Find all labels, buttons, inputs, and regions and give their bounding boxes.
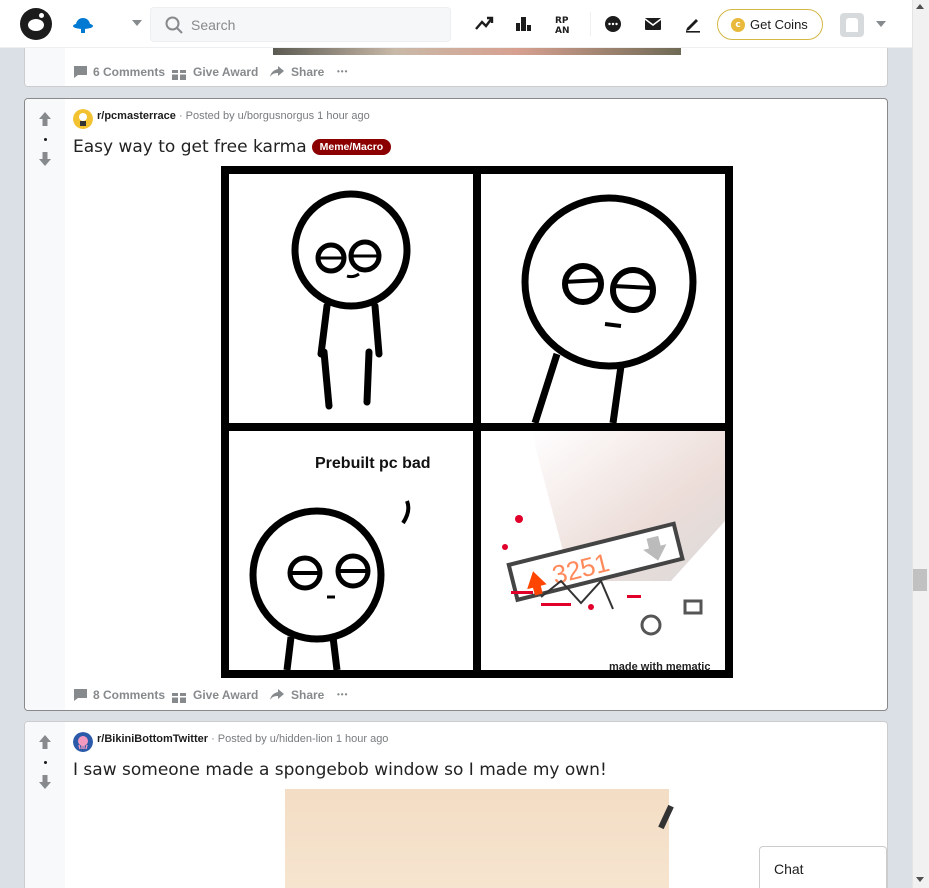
subreddit-link[interactable]: r/BikiniBottomTwitter (97, 733, 208, 745)
mematic-watermark: made with mematic (609, 661, 711, 673)
more-options-icon: ••• (337, 690, 349, 699)
share-label: Share (291, 65, 325, 79)
vote-column (25, 99, 65, 710)
gift-icon (171, 689, 187, 703)
more-options-icon: ••• (337, 67, 349, 76)
leaderboard-icon[interactable] (514, 14, 534, 34)
svg-text:RP: RP (555, 16, 569, 26)
share-arrow-icon (270, 689, 284, 700)
post-timestamp[interactable]: 1 hour ago (317, 110, 370, 122)
header-divider (590, 12, 591, 36)
chat-dock-button[interactable]: Chat (759, 846, 887, 888)
meme-panel-4: 3251 (481, 431, 725, 670)
chat-label: Chat (774, 861, 804, 877)
feed-dropdown-chevron-icon[interactable] (132, 20, 142, 26)
posted-by-author[interactable]: · Posted by u/borgusnorgus (179, 110, 314, 122)
post-image-meme[interactable]: Prebuilt pc bad 3251 made with mematic (221, 166, 733, 678)
post-title[interactable]: I saw someone made a spongebob window so… (73, 760, 607, 780)
post-flair-badge[interactable]: Meme/Macro (311, 139, 392, 155)
stick-figure-annoyed-drawing (249, 500, 411, 670)
get-coins-label: Get Coins (750, 17, 808, 32)
post-meta: r/BikiniBottomTwitter · Posted by u/hidd… (97, 733, 388, 745)
subreddit-icon[interactable] (73, 732, 93, 752)
share-label: Share (291, 688, 325, 702)
search-placeholder: Search (191, 17, 236, 33)
meme-panel-3: Prebuilt pc bad (229, 431, 473, 670)
user-menu-chevron-icon[interactable] (876, 21, 886, 27)
stick-figure-closeup-drawing (521, 194, 697, 423)
svg-text:AN: AN (555, 26, 570, 34)
trending-icon[interactable] (474, 14, 494, 34)
rpan-icon[interactable]: RP AN (554, 14, 574, 34)
home-feed-icon[interactable] (72, 14, 94, 34)
downvote-arrow-icon[interactable] (39, 152, 51, 166)
vote-score-dot (44, 761, 47, 764)
top-nav-bar: Search RP AN c Get Coins (0, 0, 912, 48)
comment-icon (74, 689, 87, 701)
chat-bubble-icon[interactable] (603, 14, 623, 34)
post-title-text: Easy way to get free karma (73, 137, 307, 157)
subreddit-icon[interactable] (73, 109, 93, 129)
post-card[interactable]: r/pcmasterrace · Posted by u/borgusnorgu… (24, 98, 888, 711)
coin-icon: c (731, 18, 745, 32)
scroll-down-arrow-icon[interactable] (916, 877, 924, 882)
subreddit-link[interactable]: r/pcmasterrace (97, 110, 176, 122)
search-input[interactable]: Search (150, 7, 451, 42)
posted-by-author[interactable]: · Posted by u/hidden-lion (211, 733, 333, 745)
page-scrollbar[interactable] (912, 0, 929, 888)
downvote-arrow-icon[interactable] (39, 775, 51, 789)
create-post-pencil-icon[interactable] (683, 14, 703, 34)
comment-icon (74, 66, 87, 78)
post-image[interactable] (285, 789, 674, 888)
search-icon (165, 16, 183, 34)
share-arrow-icon (270, 66, 284, 77)
user-avatar[interactable] (840, 13, 864, 37)
post-title[interactable]: Easy way to get free karma Meme/Macro (73, 137, 392, 157)
vote-score-dot (44, 138, 47, 141)
give-award-label: Give Award (193, 688, 259, 702)
comments-count: 6 Comments (93, 65, 166, 79)
meme-panel-2 (481, 174, 725, 423)
scroll-up-arrow-icon[interactable] (916, 4, 924, 9)
upvote-arrow-icon[interactable] (39, 735, 51, 749)
get-coins-button[interactable]: c Get Coins (717, 9, 823, 40)
post-meta: r/pcmasterrace · Posted by u/borgusnorgu… (97, 110, 370, 122)
meme-panel-1 (229, 174, 473, 423)
give-award-label: Give Award (193, 65, 259, 79)
post-timestamp[interactable]: 1 hour ago (336, 733, 389, 745)
gift-icon (171, 66, 187, 80)
reddit-logo-icon[interactable] (20, 8, 52, 40)
upvote-arrow-icon[interactable] (39, 112, 51, 126)
scrollbar-thumb[interactable] (913, 569, 927, 591)
stick-figure-drawing (291, 190, 411, 410)
downvote-smash-drawing: 3251 (502, 431, 725, 636)
comments-count: 8 Comments (93, 688, 166, 702)
inbox-mail-icon[interactable] (643, 14, 663, 34)
vote-column (25, 722, 65, 888)
post-title-text: I saw someone made a spongebob window so… (73, 760, 607, 780)
